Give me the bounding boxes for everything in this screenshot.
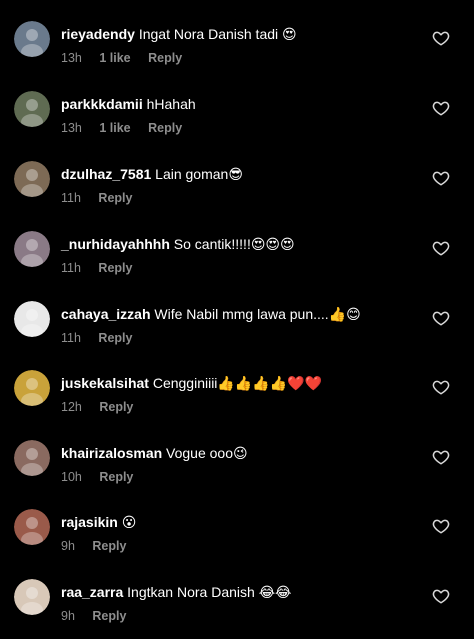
reply-button[interactable]: Reply [148,121,182,135]
comment-username[interactable]: _nurhidayahhhh [61,236,170,252]
comment-text: 😮 [121,514,137,530]
comment-username[interactable]: parkkkdamii [61,96,143,112]
comment-username[interactable]: dzulhaz_7581 [61,166,151,182]
avatar[interactable] [14,440,50,476]
comment-line: raa_zarra Ingtkan Nora Danish 😂😂 [61,583,414,601]
comment-meta: 9h Reply [61,538,140,554]
comment-meta: 13h 1 like Reply [61,120,196,136]
avatar[interactable] [14,21,50,57]
heart-outline-icon[interactable] [432,448,450,466]
avatar[interactable] [14,301,50,337]
comment-likes-count[interactable]: 1 like [99,51,130,65]
comment-line: cahaya_izzah Wife Nabil mmg lawa pun....… [61,305,414,323]
comment-username[interactable]: khairizalosman [61,445,162,461]
avatar[interactable] [14,231,50,267]
reply-button[interactable]: Reply [99,400,133,414]
reply-button[interactable]: Reply [98,261,132,275]
comment-username[interactable]: rieyadendy [61,26,135,42]
avatar[interactable] [14,509,50,545]
comment-text: Lain goman😎 [155,166,243,182]
comment-time: 13h [61,121,82,135]
comment-text: Ingtkan Nora Danish 😂😂 [127,584,292,600]
comment-text: So cantik!!!!!😍😍😍 [173,236,295,252]
comment-time: 10h [61,470,82,484]
comment-time: 11h [61,191,81,205]
reply-button[interactable]: Reply [92,609,126,623]
heart-outline-icon[interactable] [432,378,450,396]
reply-button[interactable]: Reply [98,331,132,345]
comment-row: rajasikin 😮 9h Reply [0,507,474,569]
avatar[interactable] [14,91,50,127]
comment-time: 9h [61,539,75,553]
comment-meta: 12h Reply [61,399,147,415]
comment-time: 13h [61,51,82,65]
avatar[interactable] [14,579,50,615]
comment-time: 9h [61,609,75,623]
comment-text: Vogue ooo😉 [166,445,248,461]
heart-outline-icon[interactable] [432,517,450,535]
comment-line: rieyadendy Ingat Nora Danish tadi 😍 [61,25,414,43]
comment-text: hHahah [146,96,196,112]
heart-outline-icon[interactable] [432,239,450,257]
comment-row: parkkkdamii hHahah 13h 1 like Reply [0,89,474,151]
comment-username[interactable]: rajasikin [61,514,118,530]
comment-likes-count[interactable]: 1 like [99,121,130,135]
comment-line: juskekalsihat Cengginiiii👍👍👍👍❤️❤️ [61,374,414,392]
heart-outline-icon[interactable] [432,309,450,327]
reply-button[interactable]: Reply [148,51,182,65]
comment-time: 11h [61,331,81,345]
comment-row: dzulhaz_7581 Lain goman😎 11h Reply [0,159,474,221]
comment-username[interactable]: raa_zarra [61,584,123,600]
comment-time: 12h [61,400,82,414]
comment-meta: 11h Reply [61,330,146,346]
comment-text: Cengginiiii👍👍👍👍❤️❤️ [152,375,323,391]
comment-meta: 13h 1 like Reply [61,50,196,66]
comment-line: khairizalosman Vogue ooo😉 [61,444,414,462]
comments-list: rieyadendy Ingat Nora Danish tadi 😍 13h … [0,0,474,628]
comment-line: _nurhidayahhhh So cantik!!!!!😍😍😍 [61,235,414,253]
heart-outline-icon[interactable] [432,99,450,117]
comment-time: 11h [61,261,81,275]
comment-username[interactable]: cahaya_izzah [61,306,151,322]
comment-row: khairizalosman Vogue ooo😉 10h Reply [0,438,474,500]
comment-row: juskekalsihat Cengginiiii👍👍👍👍❤️❤️ 12h Re… [0,368,474,430]
reply-button[interactable]: Reply [92,539,126,553]
comment-text: Wife Nabil mmg lawa pun....👍😊 [154,306,361,322]
comment-line: parkkkdamii hHahah [61,95,414,113]
comment-meta: 11h Reply [61,190,146,206]
heart-outline-icon[interactable] [432,587,450,605]
reply-button[interactable]: Reply [98,191,132,205]
comment-row: cahaya_izzah Wife Nabil mmg lawa pun....… [0,299,474,361]
avatar[interactable] [14,370,50,406]
comment-row: rieyadendy Ingat Nora Danish tadi 😍 13h … [0,19,474,81]
heart-outline-icon[interactable] [432,169,450,187]
heart-outline-icon[interactable] [432,29,450,47]
comment-username[interactable]: juskekalsihat [61,375,149,391]
comment-meta: 10h Reply [61,469,147,485]
reply-button[interactable]: Reply [99,470,133,484]
comment-line: rajasikin 😮 [61,513,414,531]
avatar[interactable] [14,161,50,197]
comment-row: raa_zarra Ingtkan Nora Danish 😂😂 9h Repl… [0,577,474,639]
comment-meta: 9h Reply [61,608,140,624]
comment-line: dzulhaz_7581 Lain goman😎 [61,165,414,183]
comment-row: _nurhidayahhhh So cantik!!!!!😍😍😍 11h Rep… [0,229,474,291]
comment-text: Ingat Nora Danish tadi 😍 [138,26,297,42]
comment-meta: 11h Reply [61,260,146,276]
